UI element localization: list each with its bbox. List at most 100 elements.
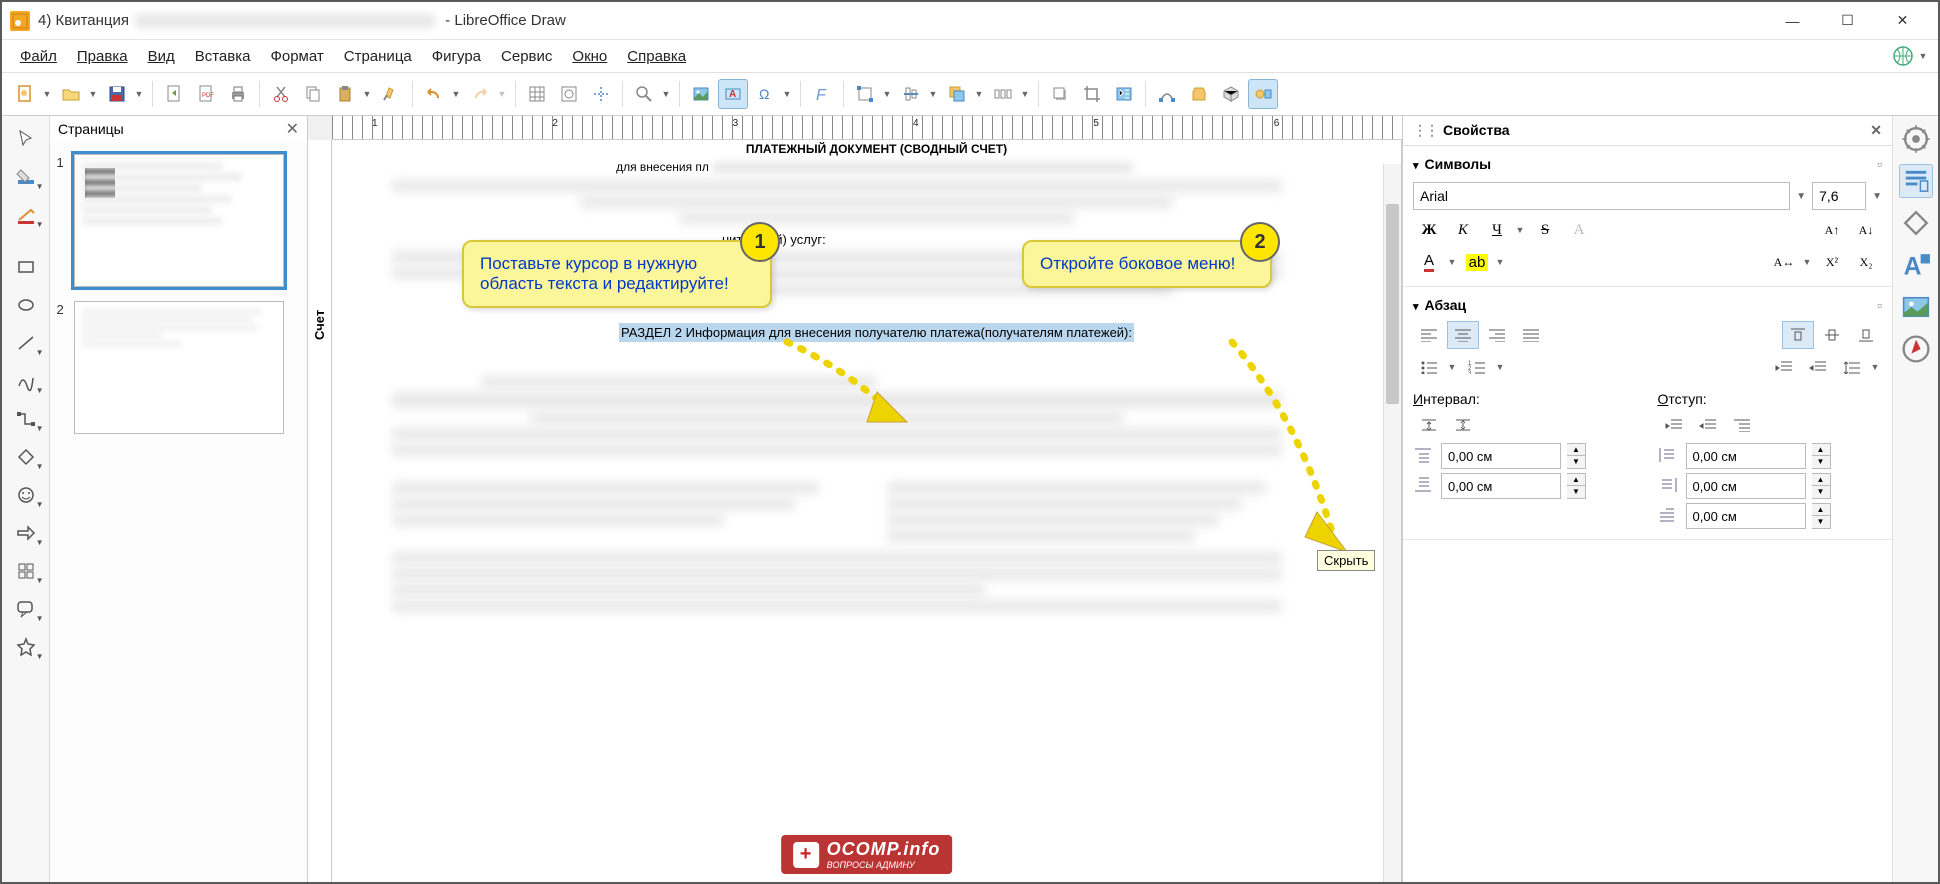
indent-inc-icon[interactable]: [1658, 411, 1690, 439]
align-button[interactable]: [896, 79, 926, 109]
menu-help[interactable]: Справка: [617, 44, 696, 69]
space-above-input[interactable]: [1441, 443, 1561, 469]
menu-edit[interactable]: Правка: [67, 44, 138, 69]
strikethrough-button[interactable]: S: [1529, 216, 1561, 244]
paragraph-popout-icon[interactable]: ▫: [1877, 297, 1882, 313]
filter-button[interactable]: [1109, 79, 1139, 109]
spin-down[interactable]: ▼: [1812, 486, 1830, 498]
line-spacing-dropdown[interactable]: ▼: [1870, 353, 1880, 381]
basic-shapes-tool[interactable]: ▼: [6, 440, 46, 474]
space-below-input[interactable]: [1441, 473, 1561, 499]
decrease-font-button[interactable]: A↓: [1850, 216, 1882, 244]
language-icon[interactable]: [1892, 45, 1914, 67]
font-color-dropdown[interactable]: ▼: [1447, 248, 1457, 276]
arrange-dropdown[interactable]: ▼: [974, 89, 984, 99]
spacing-increase-icon[interactable]: [1413, 411, 1445, 439]
redo-dropdown[interactable]: ▼: [497, 89, 507, 99]
indent-left-input[interactable]: [1686, 443, 1806, 469]
subscript-button[interactable]: X₂: [1850, 248, 1882, 276]
font-color-button[interactable]: A: [1413, 248, 1445, 276]
window-close-button[interactable]: ✕: [1875, 3, 1930, 39]
line-tool[interactable]: ▼: [6, 326, 46, 360]
italic-button[interactable]: К: [1447, 216, 1479, 244]
new-button[interactable]: [10, 79, 40, 109]
distribute-dropdown[interactable]: ▼: [1020, 89, 1030, 99]
connector-tool[interactable]: ▼: [6, 402, 46, 436]
highlight-button[interactable]: ab: [1461, 248, 1493, 276]
spacing-dropdown[interactable]: ▼: [1802, 248, 1812, 276]
open-button[interactable]: [56, 79, 86, 109]
window-minimize-button[interactable]: —: [1765, 3, 1820, 39]
snap-button[interactable]: [554, 79, 584, 109]
bold-button[interactable]: Ж: [1413, 216, 1445, 244]
align-center-button[interactable]: [1447, 321, 1479, 349]
undo-button[interactable]: [419, 79, 449, 109]
save-dropdown[interactable]: ▼: [134, 89, 144, 99]
decrease-indent-button[interactable]: [1802, 353, 1834, 381]
spin-down[interactable]: ▼: [1567, 456, 1585, 468]
document-page[interactable]: ПЛАТЕЖНЫЙ ДОКУМЕНТ (СВОДНЫЙ СЧЕТ) для вн…: [332, 140, 1402, 882]
menu-window[interactable]: Окно: [562, 44, 617, 69]
menu-tools[interactable]: Сервис: [491, 44, 562, 69]
fontwork-button[interactable]: F: [807, 79, 837, 109]
gallery-deck-icon[interactable]: [1899, 290, 1933, 324]
spin-up[interactable]: ▲: [1812, 504, 1830, 516]
underline-button[interactable]: Ч: [1481, 216, 1513, 244]
increase-font-button[interactable]: A↑: [1816, 216, 1848, 244]
cut-button[interactable]: [266, 79, 296, 109]
align-justify-button[interactable]: [1515, 321, 1547, 349]
rectangle-tool[interactable]: [6, 250, 46, 284]
arrange-button[interactable]: [942, 79, 972, 109]
pointer-tool[interactable]: [6, 122, 46, 156]
new-dropdown[interactable]: ▼: [42, 89, 52, 99]
spacing-decrease-icon[interactable]: [1447, 411, 1479, 439]
valign-middle-button[interactable]: [1816, 321, 1848, 349]
open-dropdown[interactable]: ▼: [88, 89, 98, 99]
menu-shape[interactable]: Фигура: [422, 44, 491, 69]
paste-dropdown[interactable]: ▼: [362, 89, 372, 99]
menu-file[interactable]: Файл: [10, 44, 67, 69]
spin-up[interactable]: ▲: [1567, 474, 1585, 486]
grid-button[interactable]: [522, 79, 552, 109]
zoom-dropdown[interactable]: ▼: [661, 89, 671, 99]
numbering-dropdown[interactable]: ▼: [1495, 353, 1505, 381]
guides-button[interactable]: [586, 79, 616, 109]
spacing-button[interactable]: A↔: [1768, 248, 1800, 276]
crop-button[interactable]: [1077, 79, 1107, 109]
line-spacing-button[interactable]: [1836, 353, 1868, 381]
properties-close-icon[interactable]: ✕: [1870, 122, 1882, 139]
special-char-dropdown[interactable]: ▼: [782, 89, 792, 99]
curve-tool[interactable]: ▼: [6, 364, 46, 398]
undo-dropdown[interactable]: ▼: [451, 89, 461, 99]
underline-dropdown[interactable]: ▼: [1515, 216, 1525, 244]
pages-panel-close-icon[interactable]: ✕: [286, 119, 299, 139]
callout-tool[interactable]: ▼: [6, 592, 46, 626]
image-button[interactable]: [686, 79, 716, 109]
align-right-button[interactable]: [1481, 321, 1513, 349]
bullets-button[interactable]: [1413, 353, 1445, 381]
ellipse-tool[interactable]: [6, 288, 46, 322]
font-size-input[interactable]: [1812, 182, 1866, 210]
symbols-popout-icon[interactable]: ▫: [1877, 156, 1882, 172]
paste-button[interactable]: [330, 79, 360, 109]
indent-dec-icon[interactable]: [1692, 411, 1724, 439]
valign-top-button[interactable]: [1782, 321, 1814, 349]
redo-button[interactable]: [465, 79, 495, 109]
spin-down[interactable]: ▼: [1812, 516, 1830, 528]
zoom-button[interactable]: [629, 79, 659, 109]
save-button[interactable]: [102, 79, 132, 109]
shapes-deck-icon[interactable]: [1899, 206, 1933, 240]
transform-dropdown[interactable]: ▼: [882, 89, 892, 99]
indent-first-input[interactable]: [1686, 503, 1806, 529]
superscript-button[interactable]: X²: [1816, 248, 1848, 276]
properties-deck-icon[interactable]: [1899, 164, 1933, 198]
menu-format[interactable]: Формат: [260, 44, 333, 69]
vertical-scrollbar[interactable]: [1383, 164, 1401, 882]
print-button[interactable]: [223, 79, 253, 109]
language-dropdown[interactable]: ▼: [1918, 51, 1928, 61]
increase-indent-button[interactable]: [1768, 353, 1800, 381]
extrusion-button[interactable]: [1216, 79, 1246, 109]
export-pdf-button[interactable]: PDF: [191, 79, 221, 109]
special-char-button[interactable]: Ω: [750, 79, 780, 109]
distribute-button[interactable]: [988, 79, 1018, 109]
